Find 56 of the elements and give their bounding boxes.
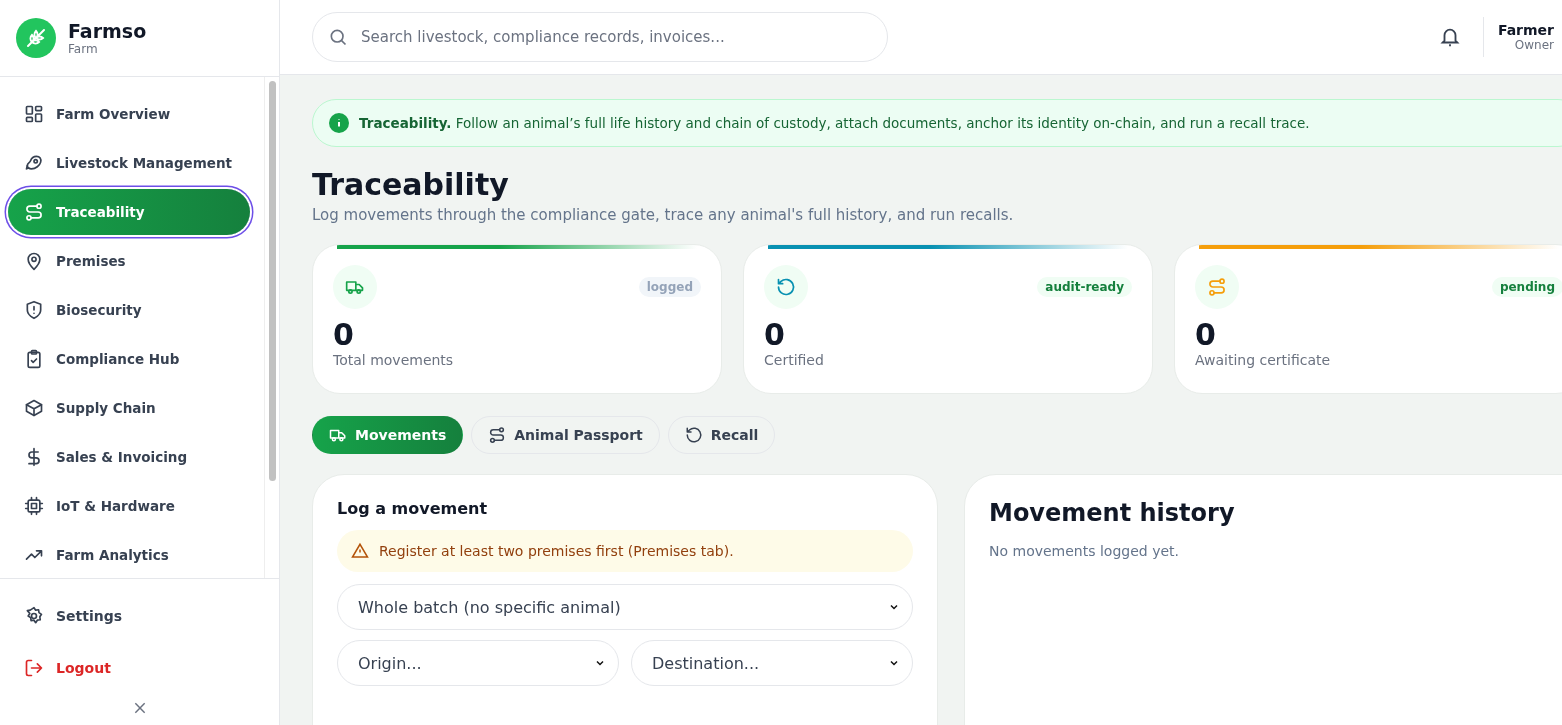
stat-value: 0: [333, 317, 355, 352]
nav-item[interactable]: Sales & Invoicing: [8, 434, 250, 480]
warning-icon: [351, 542, 369, 560]
logout-link[interactable]: Logout: [8, 645, 271, 691]
status-badge: logged: [638, 277, 701, 297]
notification-bell-icon[interactable]: [1438, 26, 1461, 48]
shield-icon: [24, 300, 44, 320]
route-icon: [488, 426, 507, 444]
chip-icon: [24, 496, 44, 516]
rotate-icon: [776, 277, 796, 297]
stat-value: 0: [764, 317, 786, 352]
banner-text: Traceability. Follow an animal’s full life history and chain of custody, attach documents, anchor its identity on-chain, and run a recall trace.: [359, 115, 1310, 131]
status-badge: pending: [1491, 277, 1562, 297]
page-title: Traceability: [312, 167, 510, 202]
brand-name: Farmso: [68, 20, 147, 42]
logout-icon: [24, 658, 44, 678]
nav-item[interactable]: IoT & Hardware: [8, 483, 250, 529]
empty-message: No movements logged yet.: [989, 543, 1180, 559]
rotate-icon: [684, 426, 703, 444]
stat-label: Certified: [764, 352, 825, 368]
status-badge: audit-ready: [1037, 277, 1132, 297]
warning-text: Register at least two premises first (Premises tab).: [379, 543, 734, 559]
route-icon: [1207, 277, 1227, 297]
user-name: Farmer: [1497, 22, 1554, 38]
brand-subtitle: Farm: [68, 42, 99, 56]
stat-label: Awaiting certificate: [1195, 352, 1332, 368]
nav-item[interactable]: Supply Chain: [8, 385, 250, 431]
form-title: Log a movement: [337, 499, 489, 518]
location-pin-icon: [24, 251, 44, 271]
settings-link[interactable]: Settings: [8, 593, 271, 639]
tab[interactable]: Movements: [312, 416, 464, 454]
package-icon: [24, 398, 44, 418]
settings-icon: [24, 606, 44, 626]
steak-icon: [24, 153, 44, 173]
logo-icon: [16, 18, 56, 58]
nav-item[interactable]: Farm Analytics: [8, 532, 250, 578]
user-role: Owner: [1513, 38, 1554, 52]
stat-label: Total movements: [333, 352, 455, 368]
scrollbar[interactable]: [264, 77, 279, 578]
nav-item[interactable]: Biosecurity: [8, 287, 250, 333]
clipboard-check-icon: [24, 349, 44, 369]
search-field[interactable]: Search livestock, compliance records, invoices...: [312, 12, 888, 62]
nav-item[interactable]: Compliance Hub: [8, 336, 250, 382]
info-icon: [329, 113, 349, 133]
route-icon: [24, 202, 44, 222]
grid-icon: [24, 104, 44, 124]
tab[interactable]: Recall: [667, 416, 776, 454]
close-icon[interactable]: [132, 701, 147, 715]
nav-item[interactable]: Premises: [8, 238, 250, 284]
history-title: Movement history: [989, 499, 1236, 527]
stat-value: 0: [1195, 317, 1217, 352]
nav-item[interactable]: Traceability: [8, 189, 250, 235]
page-subtitle: Log movements through the compliance gate, trace any animal's full history, and run recalls.: [312, 206, 1015, 224]
nav-item[interactable]: Farm Overview: [8, 91, 250, 137]
tab[interactable]: Animal Passport: [471, 416, 660, 454]
nav-item[interactable]: Livestock Management: [8, 140, 250, 186]
